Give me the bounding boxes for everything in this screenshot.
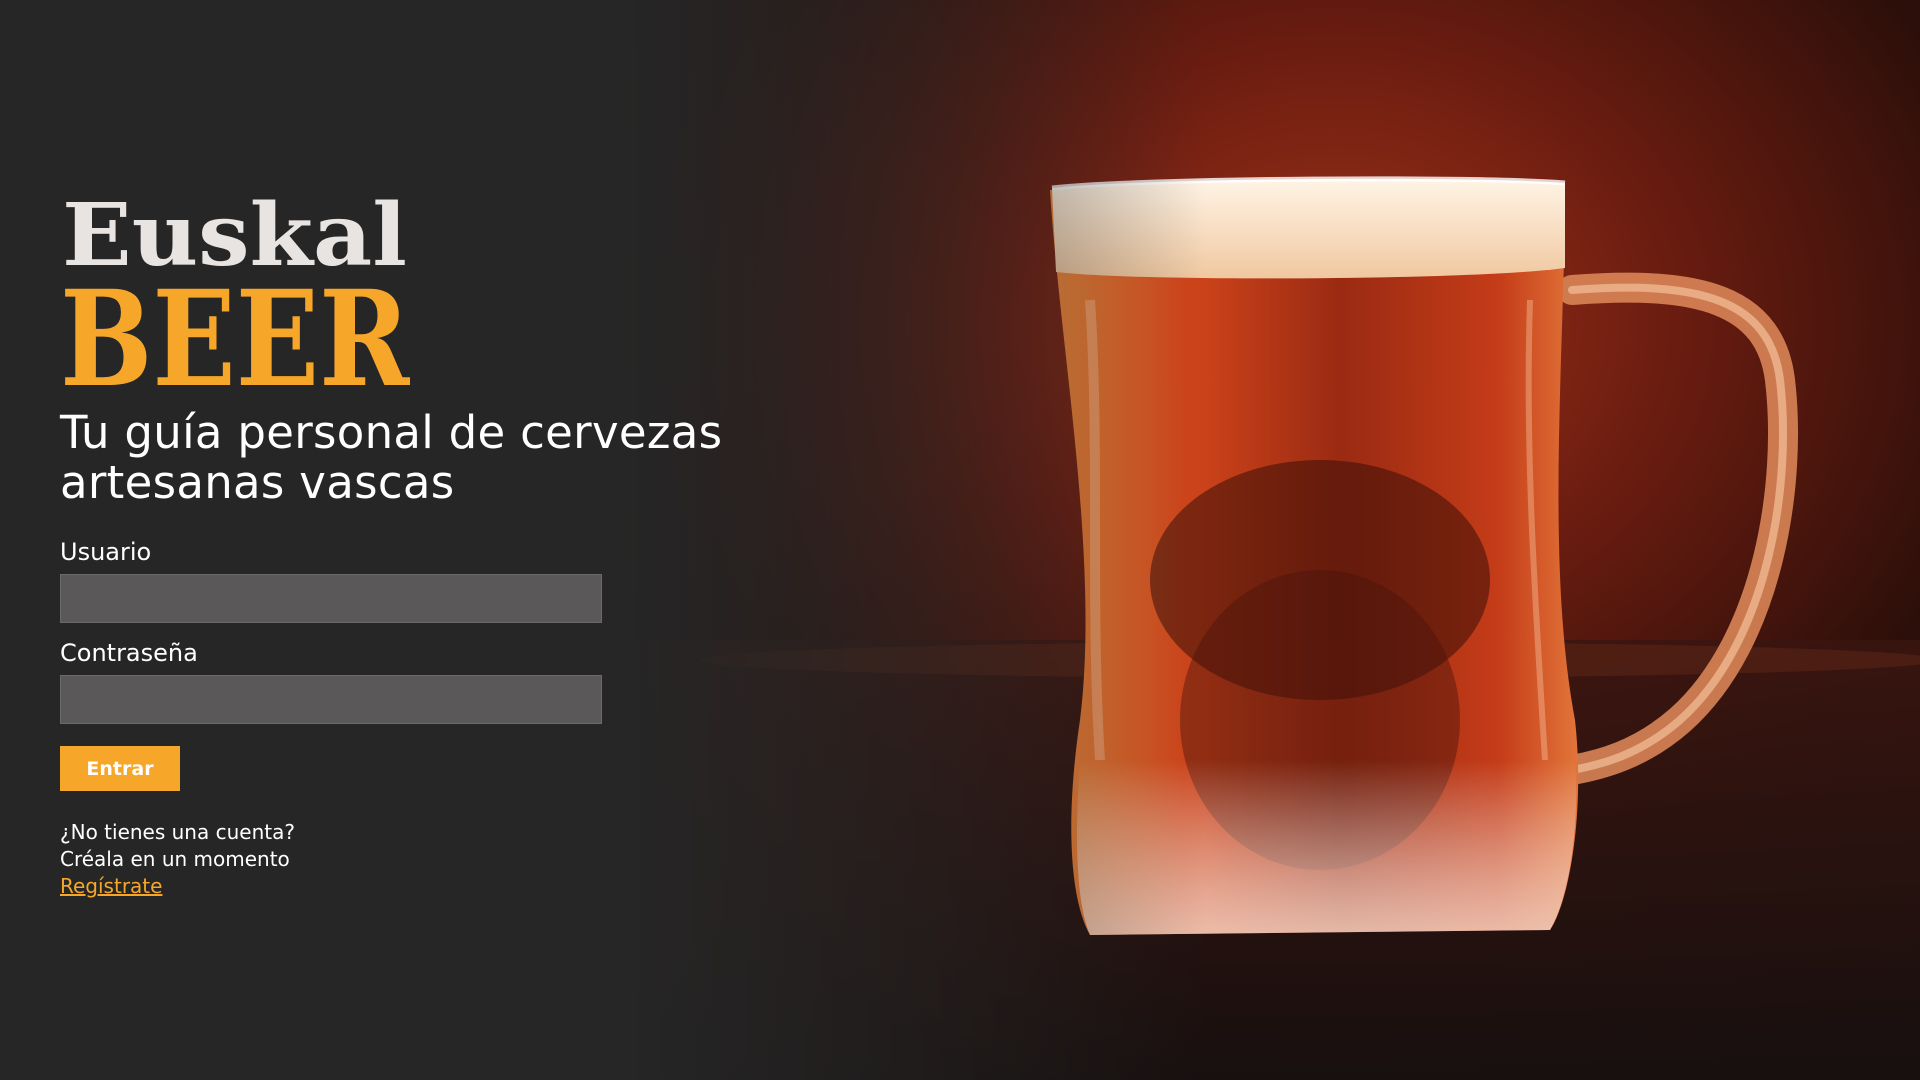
username-input[interactable] <box>60 574 602 623</box>
logo-bottom-text: BEER <box>60 262 410 390</box>
login-panel: Euskal BEER Tu guía personal de cervezas… <box>60 185 760 900</box>
signup-question: ¿No tienes una cuenta? <box>60 820 295 844</box>
signup-section: ¿No tienes una cuenta? Créala en un mome… <box>60 819 760 900</box>
register-link[interactable]: Regístrate <box>60 873 760 900</box>
signup-prompt: Créala en un momento <box>60 847 290 871</box>
euskal-beer-logo: Euskal BEER <box>60 185 410 390</box>
login-button[interactable]: Entrar <box>60 746 180 791</box>
username-label: Usuario <box>60 538 152 566</box>
password-input[interactable] <box>60 675 602 724</box>
page-tagline: Tu guía personal de cervezas artesanas v… <box>60 406 723 509</box>
password-label: Contraseña <box>60 639 198 667</box>
hero-image <box>620 0 1920 1080</box>
login-page: Euskal BEER Tu guía personal de cervezas… <box>0 0 1920 1080</box>
